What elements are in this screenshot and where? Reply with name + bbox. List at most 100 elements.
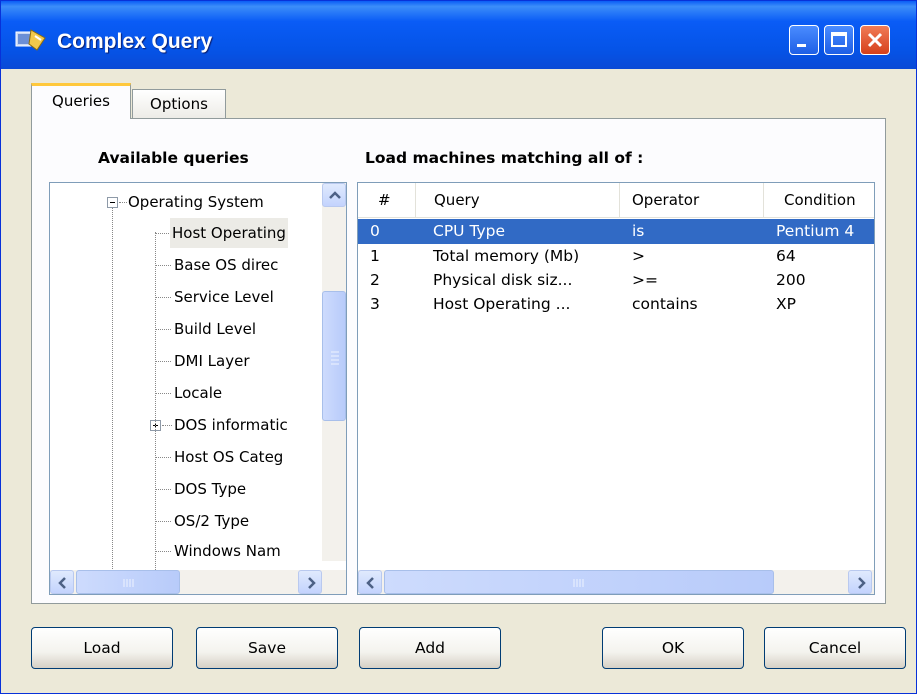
cell-operator: >=	[632, 271, 658, 289]
tree-item-label: DOS Type	[174, 480, 247, 498]
tree-item-label: Base OS direc	[174, 256, 279, 274]
title-bar[interactable]: Complex Query	[1, 1, 916, 69]
cell-query: Physical disk siz...	[433, 271, 573, 289]
tree-item-os2-type[interactable]: OS/2 Type	[50, 506, 326, 536]
tree-vertical-scrollbar[interactable]	[322, 183, 346, 561]
scroll-up-button[interactable]	[322, 183, 346, 207]
tree-connector	[155, 297, 171, 298]
minimize-button[interactable]	[789, 25, 819, 55]
tree-connector	[155, 329, 171, 330]
cell-condition: 64	[776, 247, 796, 265]
chevron-right-icon	[858, 577, 866, 589]
cell-query: CPU Type	[433, 222, 506, 240]
cell-condition: 200	[776, 271, 806, 289]
tree-item-label: Host OS Categ	[174, 448, 284, 466]
close-button[interactable]	[860, 25, 890, 55]
tree-item-label: Locale	[174, 384, 223, 402]
chevron-up-icon	[329, 191, 341, 199]
tree-connector	[155, 265, 171, 266]
tree-line	[155, 232, 156, 572]
tree-item-label: Service Level	[174, 288, 274, 306]
tree-connector	[155, 457, 171, 458]
table-header: # Query Operator Condition	[358, 183, 874, 218]
scroll-left-button[interactable]	[358, 570, 382, 594]
tree-item-label: OS/2 Type	[174, 512, 250, 530]
tree-item-operating-system[interactable]: Operating System	[50, 187, 310, 217]
matching-heading: Load machines matching all of :	[365, 149, 644, 167]
tree-item-label: Host Operating	[170, 218, 288, 248]
scroll-thumb[interactable]	[322, 291, 346, 421]
cell-number: 1	[370, 247, 380, 265]
tree-item-build-level[interactable]: Build Level	[50, 314, 326, 344]
table-row[interactable]: 0 CPU Type is Pentium 4	[358, 219, 874, 244]
cell-query: Host Operating ...	[433, 295, 571, 313]
maximize-button[interactable]	[824, 25, 854, 55]
cell-number: 3	[370, 295, 380, 313]
tree-item-locale[interactable]: Locale	[50, 378, 326, 408]
tree-item-host-os-category[interactable]: Host OS Categ	[50, 442, 326, 472]
tree-item-windows-name[interactable]: Windows Nam	[50, 536, 326, 558]
tree-item-label: Windows Nam	[174, 542, 281, 558]
scroll-right-button[interactable]	[298, 570, 322, 594]
cell-operator: contains	[632, 295, 698, 313]
grip-icon	[573, 579, 584, 587]
minimize-icon	[797, 44, 806, 47]
column-header-number[interactable]: #	[358, 183, 416, 217]
column-header-condition[interactable]: Condition	[764, 183, 874, 217]
table-row[interactable]: 3 Host Operating ... contains XP	[358, 292, 874, 317]
complex-query-window: Complex Query Queries Options Available …	[0, 0, 917, 694]
tree-item-base-os[interactable]: Base OS direc	[50, 250, 326, 280]
tab-options[interactable]: Options	[132, 89, 226, 119]
column-header-operator[interactable]: Operator	[620, 183, 764, 217]
tab-queries[interactable]: Queries	[31, 83, 131, 119]
add-button[interactable]: Add	[359, 627, 501, 669]
scroll-thumb[interactable]	[384, 570, 774, 594]
tree-item-label: DMI Layer	[174, 352, 250, 370]
app-icon	[15, 29, 46, 51]
table-horizontal-scrollbar[interactable]	[358, 570, 874, 594]
cell-number: 2	[370, 271, 380, 289]
tree-item-dos-type[interactable]: DOS Type	[50, 474, 326, 504]
available-queries-tree[interactable]: Operating System Host Operating Base OS …	[49, 182, 347, 595]
chevron-left-icon	[366, 577, 374, 589]
grip-icon	[123, 579, 134, 587]
table-row[interactable]: 2 Physical disk siz... >= 200	[358, 268, 874, 293]
cell-operator: is	[632, 222, 645, 240]
table-row[interactable]: 1 Total memory (Mb) > 64	[358, 244, 874, 269]
scroll-left-button[interactable]	[50, 570, 74, 594]
scroll-thumb[interactable]	[76, 570, 180, 594]
cell-operator: >	[632, 247, 645, 265]
tree-item-dmi-layer[interactable]: DMI Layer	[50, 346, 326, 376]
cell-query: Total memory (Mb)	[433, 247, 580, 265]
tree-item-service-level[interactable]: Service Level	[50, 282, 326, 312]
collapse-icon[interactable]	[107, 197, 118, 208]
tree-item-label: Build Level	[174, 320, 257, 338]
matching-queries-table[interactable]: # Query Operator Condition 0 CPU Type is…	[357, 182, 875, 595]
tree-item-dos-information[interactable]: DOS informatic	[50, 410, 326, 440]
cell-condition: XP	[776, 295, 796, 313]
available-queries-heading: Available queries	[98, 149, 249, 167]
column-header-query[interactable]: Query	[416, 183, 620, 217]
tree-connector	[155, 361, 171, 362]
tree-horizontal-scrollbar[interactable]	[50, 570, 346, 594]
tab-queries-label: Queries	[52, 92, 110, 110]
load-button[interactable]: Load	[31, 627, 173, 669]
maximize-icon	[831, 32, 847, 47]
cancel-button[interactable]: Cancel	[764, 627, 906, 669]
tree-connector	[155, 233, 171, 234]
queries-tab-panel: Available queries Load machines matching…	[31, 118, 886, 604]
tree-item-label: Operating System	[128, 193, 264, 211]
close-icon	[867, 32, 883, 48]
save-button[interactable]: Save	[196, 627, 338, 669]
tree-connector	[155, 521, 171, 522]
cell-number: 0	[370, 222, 380, 240]
tree-item-label: DOS informatic	[174, 416, 288, 434]
chevron-right-icon	[308, 577, 316, 589]
tree-item-host-operating[interactable]: Host Operating	[50, 218, 326, 248]
scroll-right-button[interactable]	[848, 570, 872, 594]
ok-button[interactable]: OK	[602, 627, 744, 669]
cell-condition: Pentium 4	[776, 222, 855, 240]
tree-connector	[162, 425, 172, 426]
window-title: Complex Query	[57, 30, 213, 53]
chevron-left-icon	[58, 577, 66, 589]
